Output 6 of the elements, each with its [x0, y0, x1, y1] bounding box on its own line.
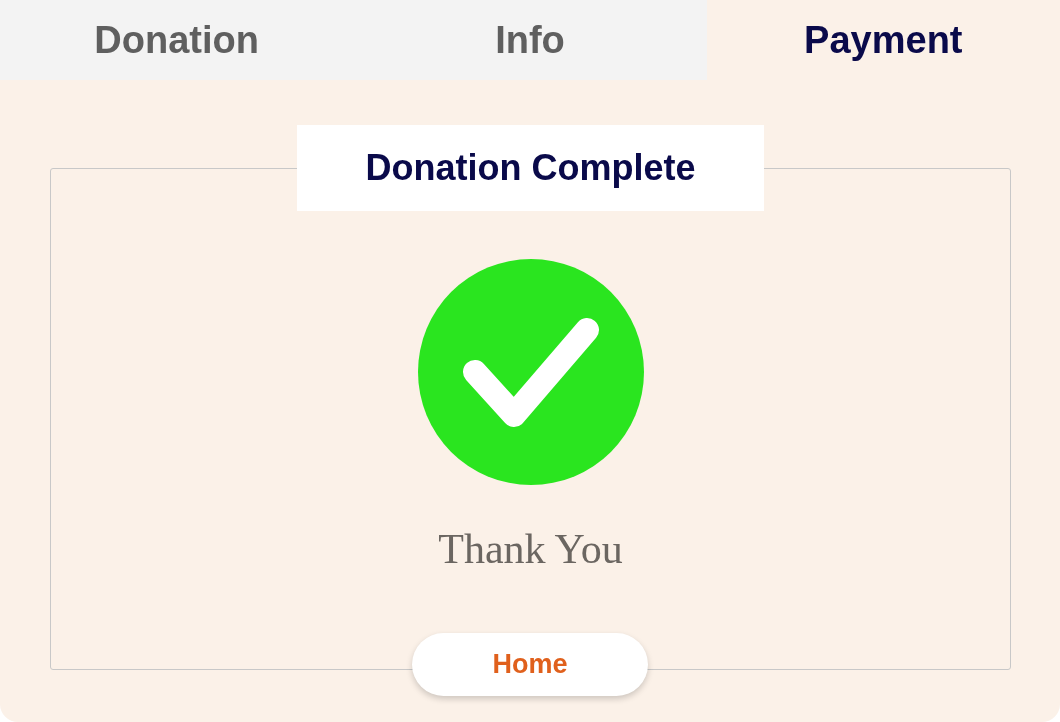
home-button[interactable]: Home — [412, 633, 648, 696]
thank-you-message: Thank You — [438, 528, 623, 570]
card-title: Donation Complete — [297, 125, 764, 211]
checkmark-icon — [416, 258, 645, 486]
tab[interactable]: Donation — [0, 0, 354, 80]
tab[interactable]: Info — [353, 0, 707, 80]
